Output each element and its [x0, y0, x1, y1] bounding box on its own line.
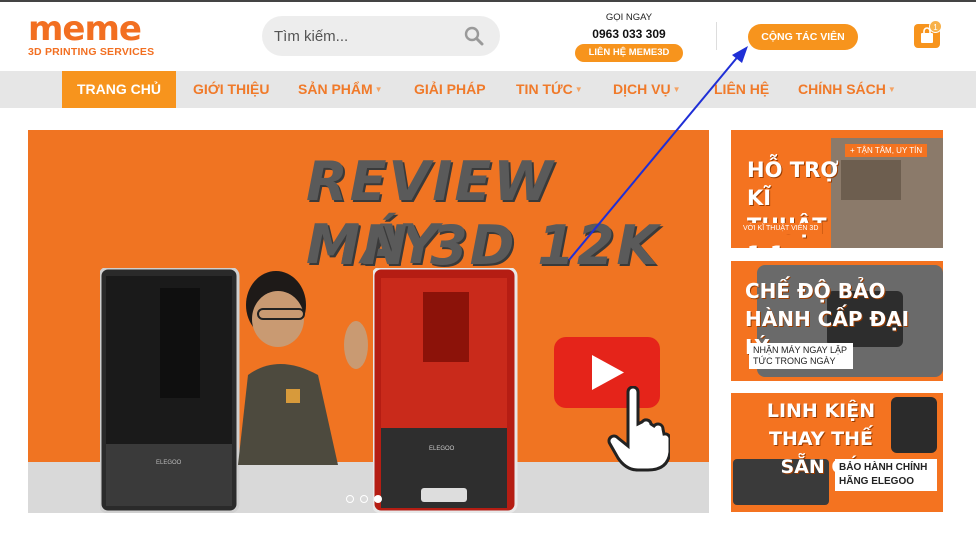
- banner-tech-support[interactable]: HỖ TRỢ KĨ THUẬT 1:1 + TẬN TÂM, UY TÍN VỚ…: [731, 130, 943, 248]
- nav-news[interactable]: TIN TỨC ▼: [516, 71, 583, 108]
- banner1-sub: VỚI KĨ THUẬT VIÊN 3D: [739, 223, 823, 234]
- nav-contact-label: LIÊN HỆ: [714, 81, 770, 97]
- banner3-sub: BẢO HÀNH CHÍNH HÃNG ELEGOO: [835, 459, 937, 491]
- banner-spare-parts[interactable]: LINH KIỆN THAY THẾ SẴN CÓ BẢO HÀNH CHÍNH…: [731, 393, 943, 512]
- contact-button[interactable]: LIÊN HỆ MEME3D: [575, 44, 683, 62]
- presenter-image: [238, 271, 368, 465]
- nav-about[interactable]: GIỚI THIỆU: [193, 71, 270, 108]
- slider-dot[interactable]: [346, 495, 354, 503]
- site-logo[interactable]: meme 3D PRINTING SERVICES: [28, 12, 168, 60]
- main-nav: TRANG CHỦ GIỚI THIỆU SẢN PHẨM ▼ GIẢI PHÁP…: [0, 71, 976, 108]
- hero-slider[interactable]: REVIEW MÁY IN 3D 12K ELEGOO ELEGOO: [28, 130, 709, 513]
- nav-home[interactable]: TRANG CHỦ: [62, 71, 176, 108]
- slider-dot[interactable]: [360, 495, 368, 503]
- nav-products-label: SẢN PHẨM: [298, 81, 373, 97]
- call-label: GỌI NGAY: [605, 12, 653, 23]
- banner2-sub: NHẬN MÁY NGAY LẬP TỨC TRONG NGÀY: [749, 343, 853, 369]
- logo-tagline: 3D PRINTING SERVICES: [28, 46, 155, 58]
- banner1-title: HỖ TRỢ KĨ THUẬT 1:1: [747, 158, 839, 248]
- hand-cursor-icon: [607, 386, 670, 472]
- banner1-tag-text: TẬN TÂM, UY TÍN: [856, 146, 923, 155]
- nav-products[interactable]: SẢN PHẨM ▼: [298, 71, 383, 108]
- top-border: [0, 0, 976, 2]
- nav-contact[interactable]: LIÊN HỆ: [714, 71, 769, 108]
- printer-dark-image: ELEGOO: [100, 268, 240, 513]
- cart-count-badge: 1: [929, 20, 942, 33]
- nav-policy[interactable]: CHÍNH SÁCH ▼: [798, 71, 896, 108]
- backpack-photo: [891, 397, 937, 453]
- nav-about-label: GIỚI THIỆU: [193, 81, 270, 97]
- printer-right-brand: ELEGOO: [429, 446, 455, 452]
- logo-wordmark: meme: [28, 9, 142, 49]
- chevron-down-icon: ▼: [887, 85, 896, 94]
- printer-left-brand: ELEGOO: [156, 460, 182, 466]
- chevron-down-icon: ▼: [574, 85, 583, 94]
- banner-warranty[interactable]: CHẾ ĐỘ BẢO HÀNH CẤP ĐẠI LÝ NHẬN MÁY NGAY…: [731, 261, 943, 381]
- chevron-down-icon: ▼: [672, 85, 681, 94]
- nav-news-label: TIN TỨC: [516, 81, 573, 97]
- nav-policy-label: CHÍNH SÁCH: [798, 81, 886, 97]
- phone-number[interactable]: 0963 033 309: [572, 27, 686, 41]
- search-icon[interactable]: [464, 26, 484, 46]
- collaborator-button[interactable]: CỘNG TÁC VIÊN: [748, 24, 858, 50]
- slider-dot-active[interactable]: [374, 495, 382, 503]
- search-input[interactable]: [274, 26, 454, 46]
- nav-home-label: TRANG CHỦ: [77, 81, 161, 97]
- chevron-down-icon: ▼: [374, 85, 383, 94]
- printer-red-image: ELEGOO: [373, 268, 518, 513]
- nav-solutions[interactable]: GIẢI PHÁP: [414, 71, 486, 108]
- header-divider: [716, 22, 717, 50]
- nav-services-label: DỊCH VỤ: [613, 81, 671, 97]
- banner1-tag: + TẬN TÂM, UY TÍN: [845, 144, 928, 157]
- slider-dots: [346, 490, 388, 508]
- nav-services[interactable]: DỊCH VỤ ▼: [613, 71, 680, 108]
- nav-solutions-label: GIẢI PHÁP: [414, 81, 486, 97]
